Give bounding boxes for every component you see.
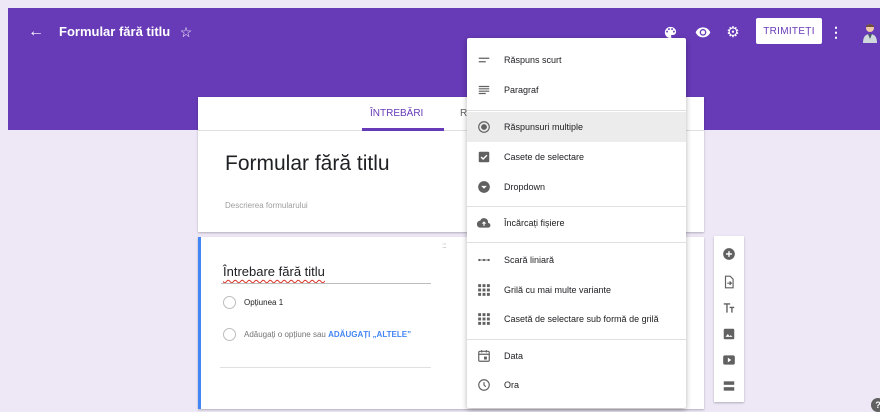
import-questions-icon[interactable] (721, 274, 737, 290)
question-type-menu: Răspuns scurt Paragraf Răspunsuri multip… (467, 38, 686, 408)
eye-icon[interactable] (693, 22, 713, 42)
add-option-radio (223, 328, 236, 341)
menu-item-checkboxes[interactable]: Casete de selectare (467, 142, 686, 172)
star-icon[interactable]: ☆ (176, 22, 196, 42)
calendar-icon (477, 349, 491, 363)
menu-separator (467, 242, 686, 243)
menu-item-label: Ora (504, 380, 520, 390)
linear-scale-icon (477, 253, 491, 267)
short-answer-icon (477, 53, 491, 67)
menu-item-label: Data (504, 351, 524, 361)
top-bar-row: ← Formular fără titlu ☆ ⚙ TRIMITEȚI ⋮ (8, 8, 880, 56)
menu-item-label: Grilă cu mai multe variante (504, 285, 612, 295)
add-image-icon[interactable] (721, 326, 737, 342)
menu-item-linear-scale[interactable]: Scară liniară (467, 245, 686, 275)
form-title[interactable]: Formular fără titlu (225, 152, 390, 176)
gear-icon[interactable]: ⚙ (723, 22, 743, 42)
side-toolbar (714, 236, 744, 402)
menu-item-date[interactable]: Data (467, 341, 686, 371)
clock-icon (477, 378, 491, 392)
help-icon[interactable]: ? (871, 398, 880, 412)
menu-item-label: Paragraf (504, 85, 539, 95)
paragraph-icon (477, 83, 491, 97)
menu-item-label: Dropdown (504, 182, 546, 192)
question-title-underline (221, 283, 431, 284)
add-title-icon[interactable] (721, 300, 737, 316)
grid-icon (477, 283, 491, 297)
menu-item-label: Răspunsuri multiple (504, 122, 584, 132)
active-tab-indicator (362, 128, 444, 131)
menu-item-label: Scară liniară (504, 255, 555, 265)
menu-item-file-upload[interactable]: Încărcați fișiere (467, 208, 686, 238)
menu-item-dropdown[interactable]: Dropdown (467, 172, 686, 202)
menu-item-checkbox-grid[interactable]: Casetă de selectare sub formă de grilă (467, 304, 686, 334)
app-frame: ← Formular fără titlu ☆ ⚙ TRIMITEȚI ⋮ ÎN… (0, 0, 880, 412)
add-video-icon[interactable] (721, 352, 737, 368)
checkbox-icon (477, 150, 491, 164)
question-card-divider (220, 367, 431, 368)
add-option-link[interactable]: Adăugați o opțiune (244, 330, 311, 339)
form-description-field[interactable]: Descrierea formularului (225, 201, 308, 210)
add-question-icon[interactable] (721, 246, 737, 262)
cloud-upload-icon (477, 216, 491, 230)
menu-item-multiple-choice-grid[interactable]: Grilă cu mai multe variante (467, 275, 686, 305)
question-card-accent (198, 237, 201, 409)
add-option-or: sau (312, 330, 326, 339)
menu-separator (467, 110, 686, 111)
menu-separator (467, 339, 686, 340)
menu-item-label: Răspuns scurt (504, 55, 562, 65)
tab-questions[interactable]: ÎNTREBĂRI (370, 108, 423, 119)
dropdown-icon (477, 180, 491, 194)
option-1-radio (223, 296, 236, 309)
checkbox-grid-icon (477, 312, 491, 326)
radio-icon (477, 120, 491, 134)
back-arrow-icon[interactable]: ← (26, 22, 46, 42)
add-option-row: Adăugați o opțiune sau ADĂUGAȚI „ALTELE” (244, 330, 411, 339)
form-name-title[interactable]: Formular fără titlu (59, 24, 170, 39)
menu-item-time[interactable]: Ora (467, 370, 686, 400)
add-section-icon[interactable] (721, 378, 737, 394)
avatar[interactable] (860, 22, 880, 44)
drag-handle-icon[interactable]: ::: (442, 241, 447, 250)
menu-item-multiple-choice[interactable]: Răspunsuri multiple (467, 112, 686, 142)
menu-item-short-answer[interactable]: Răspuns scurt (467, 45, 686, 75)
more-vert-icon[interactable]: ⋮ (829, 22, 843, 42)
question-title-input[interactable]: Întrebare fără titlu (223, 264, 325, 279)
option-1-input[interactable]: Opțiunea 1 (244, 298, 283, 307)
send-button[interactable]: TRIMITEȚI (756, 18, 822, 44)
menu-item-label: Casetă de selectare sub formă de grilă (504, 314, 659, 324)
menu-item-label: Casete de selectare (504, 152, 585, 162)
menu-item-paragraph[interactable]: Paragraf (467, 75, 686, 105)
add-other-link[interactable]: ADĂUGAȚI „ALTELE” (328, 330, 411, 339)
menu-separator (467, 206, 686, 207)
menu-item-label: Încărcați fișiere (504, 218, 565, 228)
